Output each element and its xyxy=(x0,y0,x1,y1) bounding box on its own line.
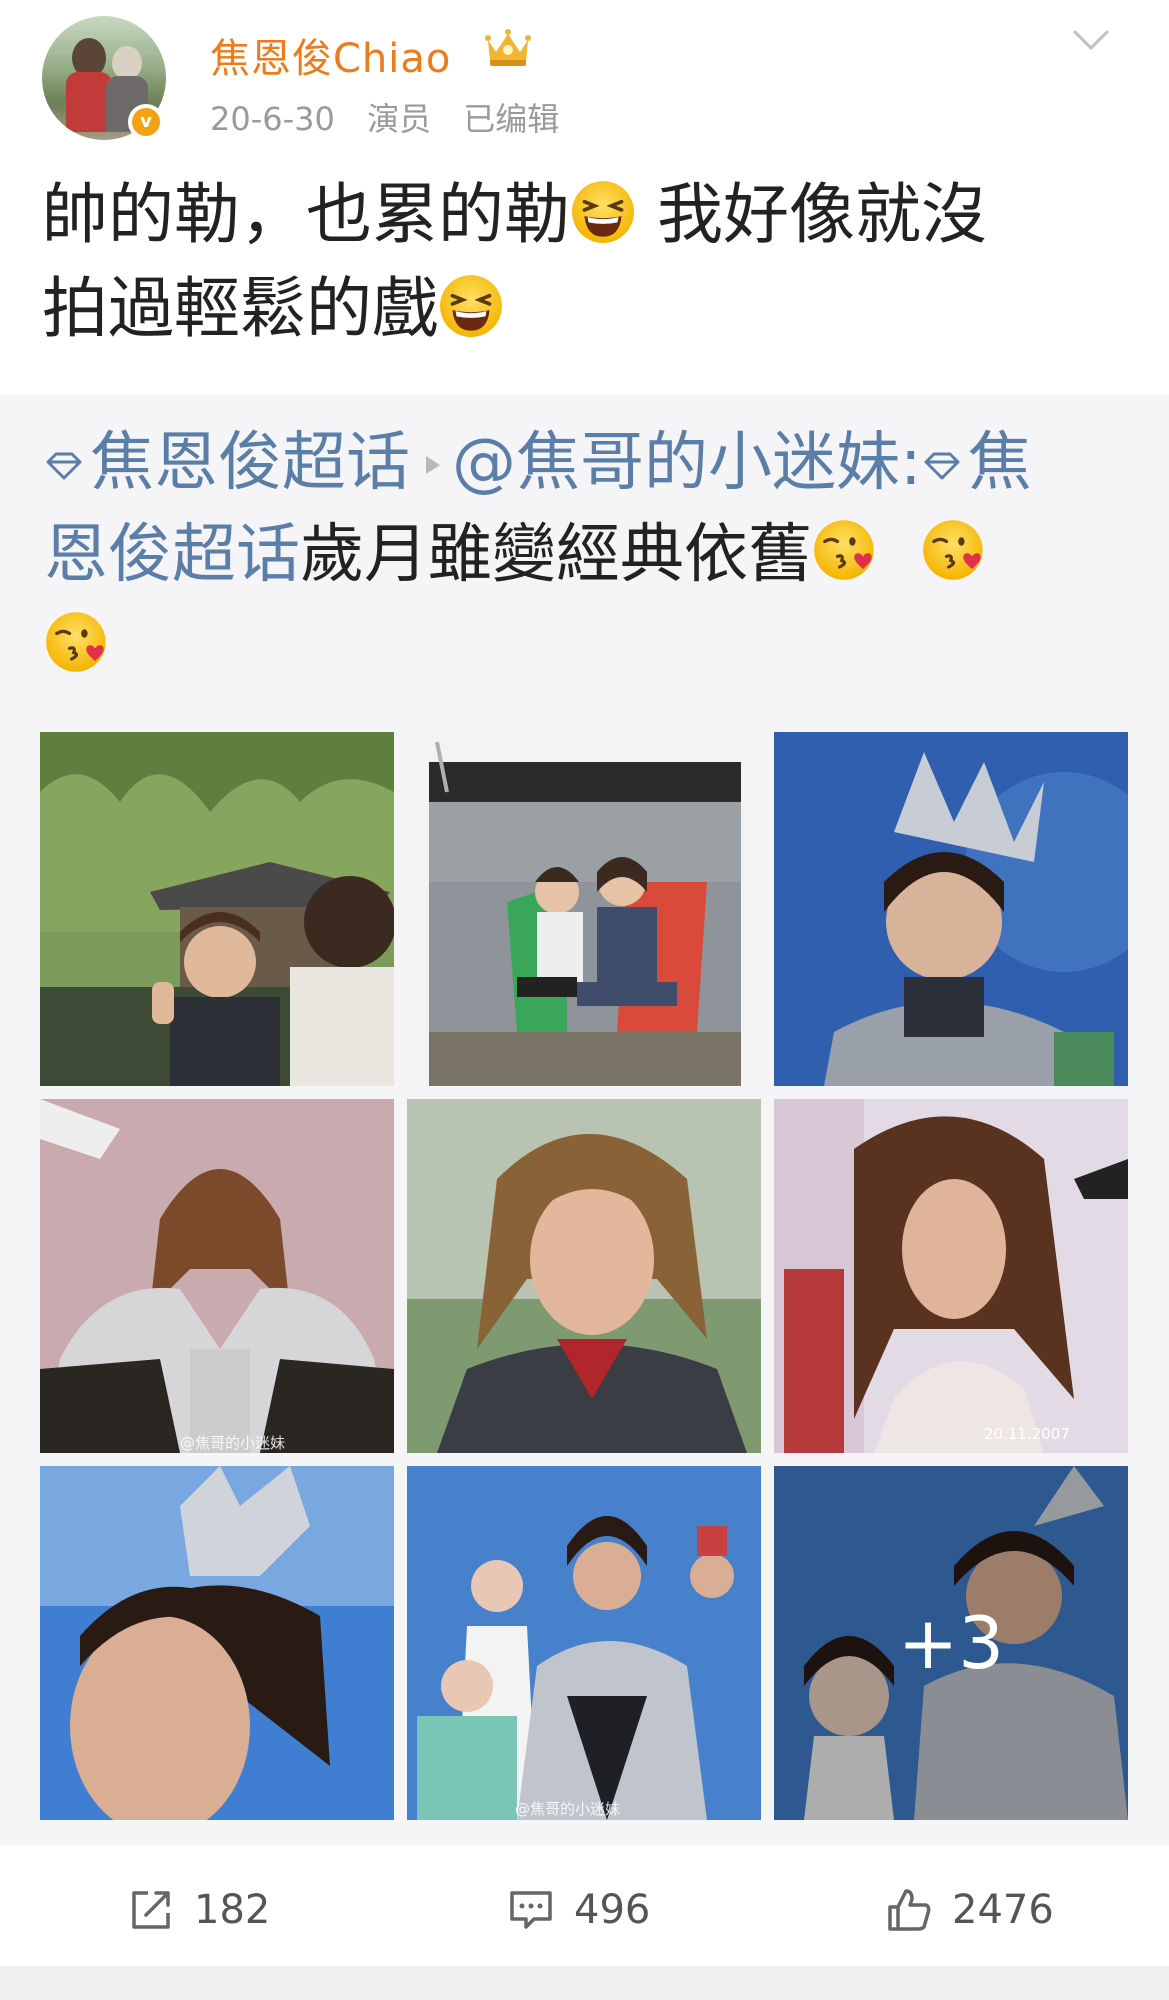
kiss-heart-emoji-icon xyxy=(812,516,880,584)
photo-thumbnail-more[interactable]: +3 xyxy=(774,1466,1128,1820)
post-text: 帥的勒，也累的勒 我好像就沒 拍過輕鬆的戲 xyxy=(42,168,1132,356)
post-date: 20-6-30 xyxy=(210,100,335,138)
thumbs-up-icon xyxy=(888,1889,931,1931)
username[interactable]: 焦恩俊Chiao xyxy=(210,26,451,84)
photo-thumbnail[interactable]: 20.11.2007 xyxy=(774,1099,1128,1453)
repost-button[interactable]: 182 xyxy=(128,1882,270,1938)
laughing-emoji-icon xyxy=(438,273,504,339)
share-icon xyxy=(132,1891,170,1929)
photo-watermark: 20.11.2007 xyxy=(984,1425,1070,1443)
super-topic-icon xyxy=(924,452,960,480)
photo-thumbnail[interactable] xyxy=(774,732,1128,1086)
post-text-part: 拍過輕鬆的戲 xyxy=(42,270,438,347)
crown-icon xyxy=(485,29,531,66)
comment-icon xyxy=(510,1891,552,1929)
comment-count: 496 xyxy=(574,1887,651,1933)
post-meta: 20-6-30 演员 已编辑 xyxy=(210,94,581,140)
topic-link-label: 恩俊超话 xyxy=(44,518,300,592)
like-count: 2476 xyxy=(952,1887,1054,1933)
photo-thumbnail[interactable]: @焦哥的小迷妹 xyxy=(407,1466,761,1820)
photo-thumbnail[interactable] xyxy=(407,1099,761,1453)
verified-badge: v xyxy=(128,104,164,140)
topic-link-label: 焦 xyxy=(967,426,1032,500)
triangle-right-icon xyxy=(426,456,440,474)
action-bar: 182 496 2476 xyxy=(0,1862,1169,1958)
photo-watermark: @焦哥的小迷妹 xyxy=(180,1434,286,1452)
photo-thumbnail[interactable] xyxy=(407,732,761,1086)
kiss-heart-emoji-icon xyxy=(44,608,112,676)
photo-watermark: @焦哥的小迷妹 xyxy=(515,1800,621,1818)
photo-thumbnail[interactable] xyxy=(40,1466,394,1820)
photo-grid: 20.11.2007 @焦哥的小迷妹 +3 @焦哥的小迷妹 xyxy=(40,732,1128,1820)
kiss-heart-emoji-icon xyxy=(921,516,989,584)
super-topic-icon xyxy=(46,452,82,480)
post-text-part: 帥的勒，也累的勒 xyxy=(42,176,570,253)
user-role: 演员 xyxy=(367,100,432,138)
mention-link[interactable]: @焦哥的小迷妹: xyxy=(452,426,922,500)
post-text-part: 我好像就沒 xyxy=(636,176,987,253)
reposted-content[interactable]: 焦恩俊超话 @焦哥的小迷妹: 焦恩俊超话歲月雖變經典依舊 20.11.2007 … xyxy=(0,395,1169,1845)
more-photos-count: +3 xyxy=(774,1466,1128,1820)
post-header: v 焦恩俊Chiao 20-6-30 演员 已编辑 xyxy=(0,0,1169,150)
edited-label[interactable]: 已编辑 xyxy=(463,100,559,138)
repost-body: 歲月雖變經典依舊 xyxy=(300,518,812,592)
photo-thumbnail[interactable] xyxy=(40,732,394,1086)
laughing-emoji-icon xyxy=(570,179,636,245)
chevron-down-icon[interactable] xyxy=(1071,26,1111,54)
topic-link-label: 焦恩俊超话 xyxy=(90,426,410,500)
photo-thumbnail[interactable] xyxy=(40,1099,394,1453)
bottom-divider xyxy=(0,1966,1169,2000)
like-button[interactable]: 2476 xyxy=(886,1882,1054,1938)
repost-count: 182 xyxy=(194,1887,271,1933)
comment-button[interactable]: 496 xyxy=(508,1882,650,1938)
repost-text: 焦恩俊超话 @焦哥的小迷妹: 焦恩俊超话歲月雖變經典依舊 xyxy=(44,417,1134,693)
topic-link[interactable]: 焦恩俊超话 xyxy=(44,426,410,500)
